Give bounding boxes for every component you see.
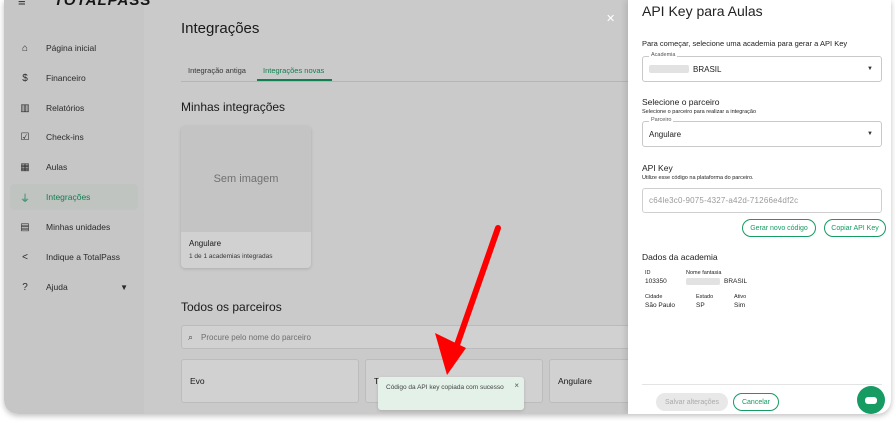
browser-frame: ≡ TOTALPASS ⌂ Página inicial $ Financeir…: [4, 0, 891, 414]
app: ≡ TOTALPASS ⌂ Página inicial $ Financeir…: [4, 0, 891, 414]
annotation-arrow: [435, 225, 501, 375]
arrow-shaft: [454, 225, 501, 348]
